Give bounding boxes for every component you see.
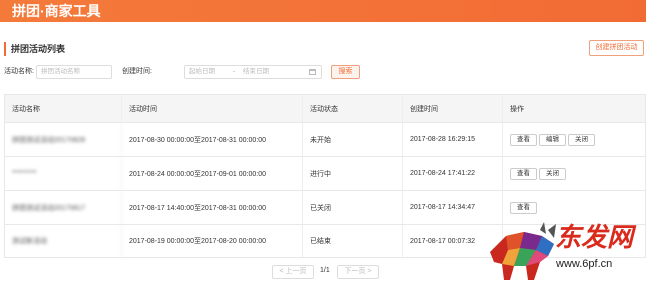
table-row: 拼团测试活动20170828 2017-08-30 00:00:00至2017-… bbox=[5, 123, 645, 157]
view-button[interactable]: 查看 bbox=[510, 133, 537, 146]
activity-name-cell: 拼团测试活动20170817 bbox=[5, 191, 122, 224]
column-header-name: 活动名称 bbox=[5, 95, 122, 122]
view-button[interactable]: 查看 bbox=[510, 201, 537, 214]
created-time-cell: 2017-08-17 14:34:47 bbox=[403, 191, 503, 224]
activity-name-cell: 拼团测试活动20170828 bbox=[5, 123, 122, 156]
calendar-icon[interactable] bbox=[309, 69, 316, 75]
watermark-url: www.6pf.cn bbox=[556, 258, 613, 270]
table-row: 拼团测试活动20170817 2017-08-17 14:40:00至2017-… bbox=[5, 191, 645, 225]
activity-name-input[interactable]: 拼团活动名称 bbox=[36, 65, 112, 79]
top-header-bar: 拼团·商家工具 bbox=[0, 0, 646, 22]
page-title: 拼团活动列表 bbox=[4, 42, 65, 56]
activity-status-cell: 进行中 bbox=[303, 157, 403, 190]
activity-time-cell: 2017-08-17 14:40:00至2017-08-31 00:00:00 bbox=[122, 191, 303, 224]
date-separator: - bbox=[233, 68, 236, 75]
actions-cell: 查看 bbox=[503, 191, 645, 224]
column-header-time: 活动时间 bbox=[122, 95, 303, 122]
start-date-placeholder: 起始日期 bbox=[189, 68, 215, 75]
actions-cell: 查看 关闭 bbox=[503, 157, 645, 190]
created-date-range-input[interactable]: 起始日期 - 结束日期 bbox=[184, 65, 322, 79]
view-button[interactable]: 查看 bbox=[510, 167, 537, 180]
page-indicator: 1/1 bbox=[320, 267, 330, 274]
created-time-cell: 2017-08-28 16:29:15 bbox=[403, 123, 503, 156]
create-group-activity-button[interactable]: 创建拼团活动 bbox=[589, 40, 644, 56]
activity-time-cell: 2017-08-19 00:00:00至2017-08-20 00:00:00 bbox=[122, 225, 303, 257]
activity-status-cell: 已关闭 bbox=[303, 191, 403, 224]
watermark-text: 东发网 bbox=[555, 222, 634, 252]
column-header-created: 创建时间 bbox=[403, 95, 503, 122]
activity-status-cell: 已结束 bbox=[303, 225, 403, 257]
created-time-label: 创建时间: bbox=[122, 68, 152, 75]
brand-title: 拼团·商家工具 bbox=[12, 3, 101, 19]
edit-button[interactable]: 编辑 bbox=[539, 133, 566, 146]
column-header-actions: 操作 bbox=[510, 105, 524, 113]
search-button[interactable]: 搜索 bbox=[331, 65, 360, 79]
activity-name-label: 活动名称: bbox=[4, 68, 34, 75]
activity-status-cell: 未开始 bbox=[303, 123, 403, 156]
table-row: ********* 2017-08-24 00:00:00至2017-09-01… bbox=[5, 157, 645, 191]
close-button[interactable]: 关闭 bbox=[539, 167, 566, 180]
created-time-cell: 2017-08-24 17:41:22 bbox=[403, 157, 503, 190]
close-button[interactable]: 关闭 bbox=[568, 133, 595, 146]
table-header: 活动名称 活动时间 活动状态 创建时间 操作 bbox=[5, 95, 645, 123]
activity-name-cell: ********* bbox=[5, 157, 122, 190]
column-header-status: 活动状态 bbox=[303, 95, 403, 122]
activity-name-cell: 测试新活动 bbox=[5, 225, 122, 257]
actions-cell: 查看 编辑 关闭 bbox=[503, 123, 645, 156]
next-page-button[interactable]: 下一页 > bbox=[337, 265, 379, 279]
activity-time-cell: 2017-08-30 00:00:00至2017-08-31 00:00:00 bbox=[122, 123, 303, 156]
end-date-placeholder: 结束日期 bbox=[243, 68, 269, 75]
prev-page-button[interactable]: < 上一页 bbox=[272, 265, 314, 279]
activity-time-cell: 2017-08-24 00:00:00至2017-09-01 00:00:00 bbox=[122, 157, 303, 190]
